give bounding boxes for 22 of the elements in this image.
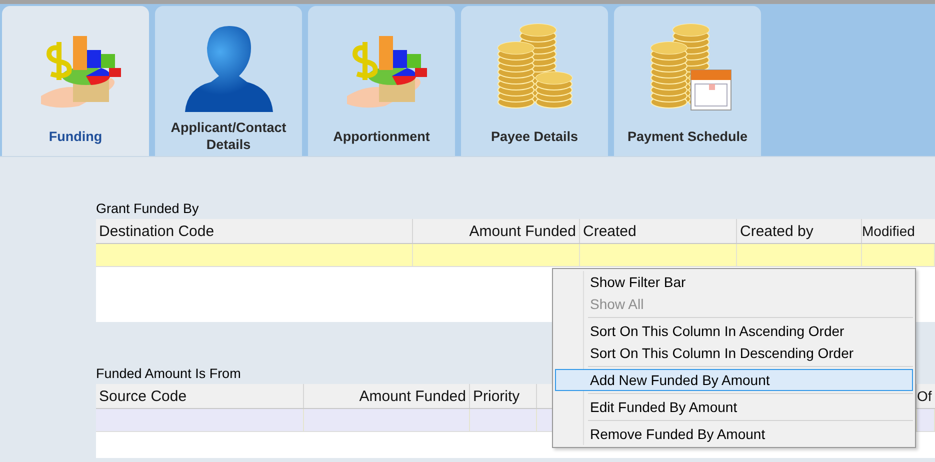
tab[interactable]: Payee Details (461, 6, 608, 156)
column-header[interactable]: Modified (862, 219, 935, 243)
column-header[interactable]: Created (580, 219, 737, 243)
menu-item[interactable]: Edit Funded By Amount (555, 396, 913, 418)
menu-item[interactable]: Remove Funded By Amount (555, 423, 913, 445)
column-header[interactable]: Amount Funded (413, 219, 580, 243)
column-header[interactable]: Destination Code (96, 219, 413, 243)
menu-item[interactable]: Sort On This Column In Ascending Order (555, 320, 913, 342)
tab[interactable]: Payment Schedule (614, 6, 761, 156)
column-header[interactable]: Priority (470, 384, 537, 408)
section-title: Grant Funded By (96, 200, 199, 218)
menu-item[interactable]: Add New Funded By Amount (555, 369, 913, 391)
column-header[interactable]: Amount Funded (304, 384, 470, 408)
section-title: Funded Amount Is From (96, 365, 241, 383)
menu-item[interactable]: Sort On This Column In Descending Order (555, 342, 913, 364)
tab[interactable]: Apportionment (308, 6, 455, 156)
menu-item[interactable]: Show Filter Bar (555, 271, 913, 293)
column-header[interactable]: Of (917, 384, 935, 408)
column-header[interactable]: Created by (737, 219, 862, 243)
tab[interactable]: Funding (2, 6, 149, 156)
tab[interactable]: Applicant/Contact Details (155, 6, 302, 156)
column-header[interactable]: Source Code (96, 384, 304, 408)
